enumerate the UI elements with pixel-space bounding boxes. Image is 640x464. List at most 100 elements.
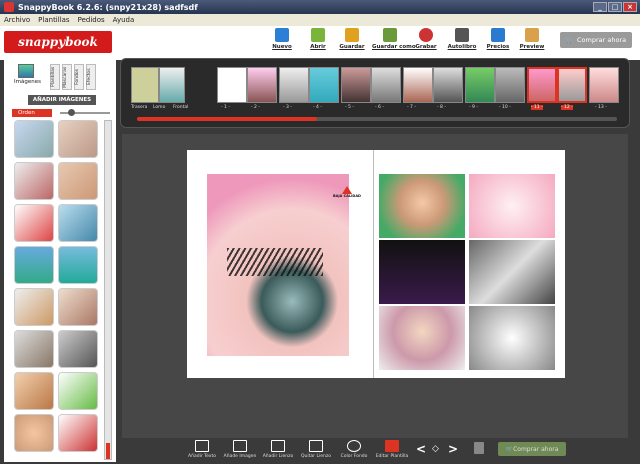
page-thumb[interactable] xyxy=(247,67,277,103)
grid-photo[interactable] xyxy=(469,174,555,238)
page-thumb[interactable] xyxy=(495,67,525,103)
page-label: - 4 - xyxy=(313,105,322,110)
low-quality-badge: BAJA CALIDAD xyxy=(333,186,361,198)
page-thumb-selected[interactable] xyxy=(527,67,557,103)
thumbnail[interactable] xyxy=(14,288,54,326)
thumbnail[interactable] xyxy=(58,162,98,200)
prices-button[interactable]: Precios xyxy=(480,28,516,58)
app-icon xyxy=(4,2,14,12)
background-color-button[interactable]: Color Fondo xyxy=(334,440,374,459)
slider-knob[interactable] xyxy=(68,109,75,116)
cart-icon: 🛒 xyxy=(505,445,514,453)
maximize-button[interactable]: □ xyxy=(608,2,622,12)
page-thumb[interactable] xyxy=(309,67,339,103)
menu-archivo[interactable]: Archivo xyxy=(4,16,30,24)
eye-photo[interactable] xyxy=(207,174,349,356)
trash-icon[interactable] xyxy=(474,442,484,454)
page-thumb-selected[interactable] xyxy=(557,67,587,103)
buy-now-button[interactable]: 🛒 Comprar ahora xyxy=(560,32,632,48)
menu-pedidos[interactable]: Pedidos xyxy=(78,16,105,24)
page-thumb[interactable] xyxy=(341,67,371,103)
swap-pages-icon[interactable]: ◇ xyxy=(432,444,439,454)
thumbnail[interactable] xyxy=(14,372,54,410)
save-as-label: Guardar como xyxy=(372,44,416,50)
page-thumb[interactable] xyxy=(279,67,309,103)
grid-photo[interactable] xyxy=(469,306,555,370)
minimize-button[interactable]: _ xyxy=(593,2,607,12)
menu-bar: Archivo Plantillas Pedidos Ayuda xyxy=(0,14,640,26)
page-label: Lomo xyxy=(153,105,166,110)
page-thumb[interactable] xyxy=(217,67,247,103)
previous-page-arrow-icon[interactable]: < xyxy=(416,442,426,456)
thumbnail[interactable] xyxy=(58,120,98,158)
bottom-toolbar: Añadir Texto Añade Imagen Añadir Lienzo … xyxy=(122,440,628,464)
thumbnail[interactable] xyxy=(58,414,98,452)
thumbnail[interactable] xyxy=(14,120,54,158)
open-label: Abrir xyxy=(310,44,326,50)
thumbnail[interactable] xyxy=(14,246,54,284)
edit-template-label: Editar Plantilla xyxy=(375,454,409,459)
tab-masks[interactable]: Máscaras xyxy=(62,64,72,90)
warning-icon xyxy=(341,186,352,194)
thumbnail-size-slider[interactable] xyxy=(60,109,110,116)
thumbnail[interactable] xyxy=(58,204,98,242)
add-image-icon xyxy=(233,440,247,452)
next-page-arrow-icon[interactable]: > xyxy=(448,442,458,456)
page-thumb[interactable] xyxy=(465,67,495,103)
record-button[interactable]: Grabar xyxy=(408,28,444,58)
menu-plantillas[interactable]: Plantillas xyxy=(38,16,69,24)
tab-images[interactable]: Imágenes xyxy=(14,62,41,92)
menu-ayuda[interactable]: Ayuda xyxy=(113,16,135,24)
save-as-button[interactable]: Guardar como xyxy=(372,28,416,58)
close-button[interactable]: × xyxy=(623,2,637,12)
thumbnail[interactable] xyxy=(58,288,98,326)
autobook-button[interactable]: Autolibro xyxy=(444,28,480,58)
thumbnail-scrollbar[interactable] xyxy=(104,120,112,460)
grid-photo[interactable] xyxy=(379,306,465,370)
scrollbar-thumb[interactable] xyxy=(106,443,110,459)
page-thumb-front[interactable] xyxy=(159,67,185,103)
page-spread: BAJA CALIDAD xyxy=(187,150,565,378)
remove-canvas-button[interactable]: Quitar Lienzo xyxy=(296,440,336,459)
edit-template-icon xyxy=(385,440,399,452)
thumbnail[interactable] xyxy=(58,330,98,368)
page-thumb-back[interactable] xyxy=(131,67,159,103)
grid-photo[interactable] xyxy=(379,240,465,304)
thumbnail[interactable] xyxy=(14,414,54,452)
page-thumb[interactable] xyxy=(403,67,433,103)
bottom-buy-now-button[interactable]: 🛒 Comprar ahora xyxy=(498,442,566,456)
filmstrip-scroll-thumb[interactable] xyxy=(137,117,317,121)
thumbnail[interactable] xyxy=(14,330,54,368)
add-images-button[interactable]: AÑADIR IMÁGENES xyxy=(28,95,96,105)
add-text-button[interactable]: Añadir Texto xyxy=(182,440,222,459)
thumbnail[interactable] xyxy=(58,246,98,284)
add-canvas-button[interactable]: Añadir Lienzo xyxy=(258,440,298,459)
page-thumb[interactable] xyxy=(589,67,619,103)
thumbnail[interactable] xyxy=(14,204,54,242)
thumbnail[interactable] xyxy=(58,372,98,410)
add-image-label: Añade Imagen xyxy=(223,454,257,459)
thumbnail[interactable] xyxy=(14,162,54,200)
tab-backgrounds[interactable]: Fondos xyxy=(74,64,84,90)
buy-now-label: Comprar ahora xyxy=(576,36,627,44)
new-icon xyxy=(275,28,289,42)
add-image-button[interactable]: Añade Imagen xyxy=(220,440,260,459)
filmstrip-scrollbar[interactable] xyxy=(137,117,617,121)
edit-template-button[interactable]: Editar Plantilla xyxy=(372,440,412,459)
save-icon xyxy=(345,28,359,42)
palette-icon xyxy=(347,440,361,452)
page-thumb[interactable] xyxy=(433,67,463,103)
page-filmstrip: Trasera Lomo Frontal - 1 - - 2 - - 3 - -… xyxy=(120,58,630,128)
tab-templates[interactable]: Plantillas xyxy=(50,64,60,90)
preview-button[interactable]: Preview xyxy=(514,28,550,58)
tab-effects[interactable]: Efectos xyxy=(86,64,96,90)
open-button[interactable]: Abrir xyxy=(300,28,336,58)
new-button[interactable]: Nuevo xyxy=(264,28,300,58)
add-text-label: Añadir Texto xyxy=(188,454,216,459)
add-canvas-label: Añadir Lienzo xyxy=(262,454,294,459)
page-thumb[interactable] xyxy=(371,67,401,103)
grid-photo[interactable] xyxy=(469,240,555,304)
sort-dropdown[interactable]: Orden xyxy=(12,109,52,117)
grid-photo[interactable] xyxy=(379,174,465,238)
save-button[interactable]: Guardar xyxy=(334,28,370,58)
